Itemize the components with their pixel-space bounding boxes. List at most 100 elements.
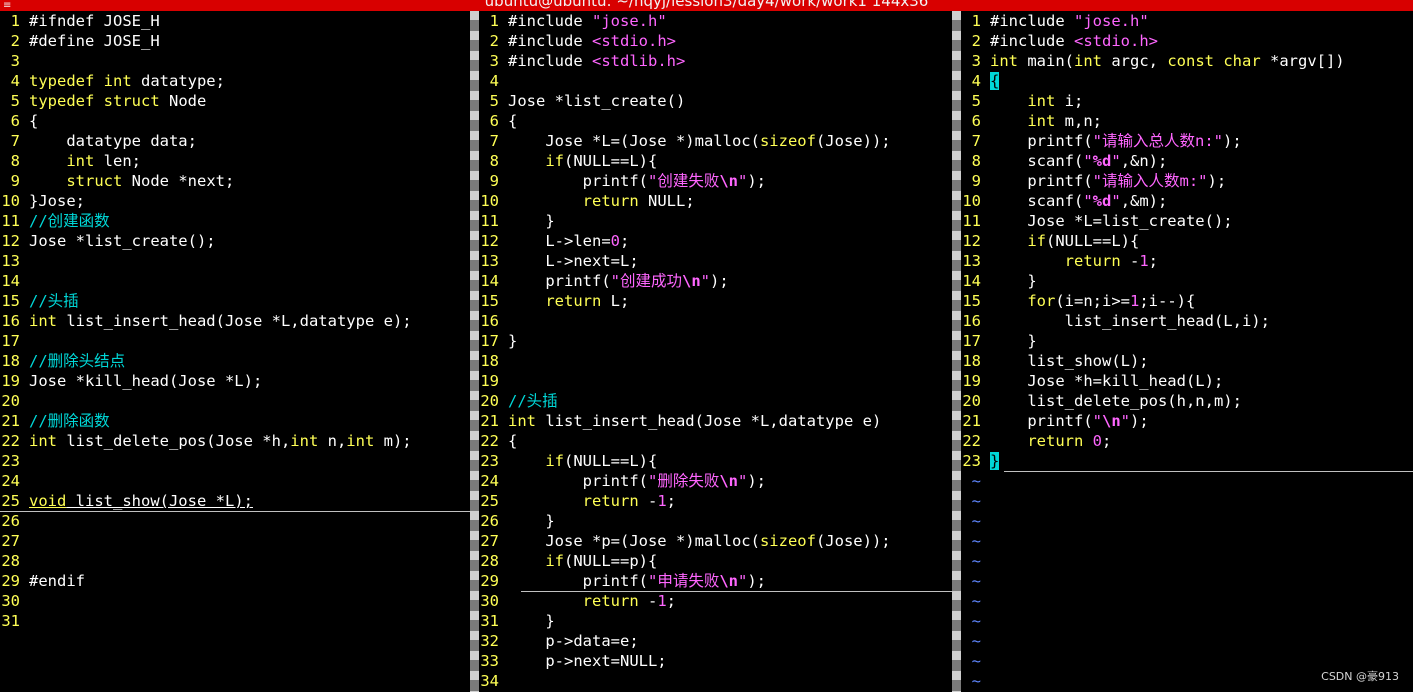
code-line[interactable]: 17 } [961,331,1036,351]
code-line[interactable]: 9 struct Node *next; [0,171,235,191]
code-line[interactable]: 1 #include "jose.h" [479,11,667,31]
code-line[interactable]: 8 int len; [0,151,141,171]
code-line[interactable]: 23 if(NULL==L){ [479,451,657,471]
code-line[interactable]: 14 } [961,271,1036,291]
code-line[interactable]: 6{ [0,111,39,131]
code-line[interactable]: 14 printf("创建成功\n"); [479,271,728,291]
code-line[interactable]: 26 [0,511,29,531]
empty-buffer-line[interactable]: ~ [961,571,990,591]
code-line[interactable]: 18 list_show(L); [961,351,1148,371]
code-line[interactable]: 16 int list_insert_head(Jose *L,datatype … [0,311,411,331]
code-line[interactable]: 1 #include "jose.h" [961,11,1149,31]
code-line[interactable]: 13 return -1; [961,251,1158,271]
code-line[interactable]: 14 [0,271,29,291]
code-line[interactable]: 21 printf("\n"); [961,411,1148,431]
code-line[interactable]: 12 L->len=0; [479,231,629,251]
code-line[interactable]: 5 typedef struct Node [0,91,207,111]
code-line[interactable]: 6 int m,n; [961,111,1102,131]
empty-buffer-line[interactable]: ~ [961,471,990,491]
editor-pane-jose-c[interactable]: 1 #include "jose.h" 2 #include <stdio.h> 3 #i… [479,11,952,692]
code-line[interactable]: 24 [0,471,29,491]
code-line[interactable]: 25 void list_show(Jose *L); [0,491,253,511]
code-line[interactable]: 16 [479,311,508,331]
code-line[interactable]: 5 int i; [961,91,1084,111]
code-line[interactable]: 1 #ifndef JOSE_H [0,11,160,31]
code-line[interactable]: 16 list_insert_head(L,i); [961,311,1270,331]
code-line[interactable]: 20 //头插 [479,391,557,411]
code-line[interactable]: 22 int list_delete_pos(Jose *h,int n,int … [0,431,411,451]
code-line[interactable]: 22 return 0; [961,431,1111,451]
code-line[interactable]: 21 //删除函数 [0,411,109,431]
code-line[interactable]: 22 { [479,431,517,451]
empty-buffer-line[interactable]: ~ [961,631,990,651]
code-line[interactable]: 6{ [479,111,518,131]
code-line[interactable]: 29 printf("申请失败\n"); [479,571,766,591]
code-line[interactable]: 10 scanf("%d",&m); [961,191,1167,211]
code-line[interactable]: 23 [0,451,29,471]
code-line[interactable]: 33 p->next=NULL; [479,651,666,671]
code-line[interactable]: 8 scanf("%d",&n); [961,151,1168,171]
code-line[interactable]: 23} [961,451,1000,471]
code-line[interactable]: 15 for(i=n;i>=1;i--){ [961,291,1195,311]
code-line[interactable]: 25 return -1; [479,491,676,511]
code-line[interactable]: 10 return NULL; [479,191,694,211]
code-line[interactable]: 17 [0,331,29,351]
code-line[interactable]: 8 if(NULL==L){ [479,151,658,171]
code-line[interactable]: 15 return L; [479,291,629,311]
code-line[interactable]: 27 [0,531,29,551]
code-line[interactable]: 28 if(NULL==p){ [479,551,657,571]
empty-buffer-line[interactable]: ~ [961,671,990,691]
code-line[interactable]: 9 printf("请输入人数m:"); [961,171,1227,191]
empty-buffer-line[interactable]: ~ [961,491,990,511]
code-line[interactable]: 12 if(NULL==L){ [961,231,1139,251]
code-line[interactable]: 24 printf("删除失败\n"); [479,471,766,491]
code-line[interactable]: 2 #define JOSE_H [0,31,160,51]
empty-buffer-line[interactable]: ~ [961,651,990,671]
code-line[interactable]: 3 int main(int argc, const char *argv[]) [961,51,1345,71]
code-line[interactable]: 4 typedef int datatype; [0,71,225,91]
code-line[interactable]: 34 [479,671,508,691]
code-line[interactable]: 18 [479,351,508,371]
code-line[interactable]: 3 #include <stdlib.h> [479,51,686,71]
code-line[interactable]: 28 [0,551,29,571]
code-line[interactable]: 19 Jose *h=kill_head(L); [961,371,1223,391]
code-line[interactable]: 15 //头插 [0,291,78,311]
code-line[interactable]: 10}Jose; [0,191,85,211]
code-line[interactable]: 11 } [479,211,554,231]
code-line[interactable]: 32 p->data=e; [479,631,638,651]
code-line[interactable]: 20 list_delete_pos(h,n,m); [961,391,1242,411]
vertical-split-divider[interactable] [470,11,479,692]
code-line[interactable]: 2 #include <stdio.h> [961,31,1158,51]
code-line[interactable]: 7 Jose *L=(Jose *)malloc(sizeof(Jose)); [479,131,891,151]
code-line[interactable]: 4 [479,71,508,91]
code-line[interactable]: 9 printf("创建失败\n"); [479,171,766,191]
vertical-split-divider[interactable] [952,11,961,692]
code-line[interactable]: 7 printf("请输入总人数n:"); [961,131,1242,151]
empty-buffer-line[interactable]: ~ [961,511,990,531]
code-line[interactable]: 31 [0,611,29,631]
code-line[interactable]: 13 [0,251,29,271]
code-line[interactable]: 18 //删除头结点 [0,351,125,371]
code-line[interactable]: 13 L->next=L; [479,251,638,271]
empty-buffer-line[interactable]: ~ [961,591,990,611]
code-line[interactable]: 3 [0,51,29,71]
empty-buffer-line[interactable]: ~ [961,531,990,551]
editor-pane-jose-h[interactable]: 1 #ifndef JOSE_H 2 #define JOSE_H 3 4 typedef … [0,11,470,692]
code-line[interactable]: 17} [479,331,517,351]
code-line[interactable]: 12 Jose *list_create(); [0,231,215,251]
code-line[interactable]: 7 datatype data; [0,131,197,151]
code-line[interactable]: 19 Jose *kill_head(Jose *L); [0,371,262,391]
code-line[interactable]: 11 Jose *L=list_create(); [961,211,1232,231]
editor-pane-main-c[interactable]: 1 #include "jose.h" 2 #include <stdio.h> 3 in… [961,11,1413,692]
code-line[interactable]: 4{ [961,71,1000,91]
code-line[interactable]: 5 Jose *list_create() [479,91,686,111]
code-line[interactable]: 21 int list_insert_head(Jose *L,datatype … [479,411,881,431]
empty-buffer-line[interactable]: ~ [961,551,990,571]
code-line[interactable]: 30 return -1; [479,591,676,611]
empty-buffer-line[interactable]: ~ [961,611,990,631]
code-line[interactable]: 31 } [479,611,554,631]
code-line[interactable]: 2 #include <stdio.h> [479,31,676,51]
code-line[interactable]: 30 [0,591,29,611]
code-line[interactable]: 29 #endif [0,571,85,591]
code-line[interactable]: 19 [479,371,508,391]
